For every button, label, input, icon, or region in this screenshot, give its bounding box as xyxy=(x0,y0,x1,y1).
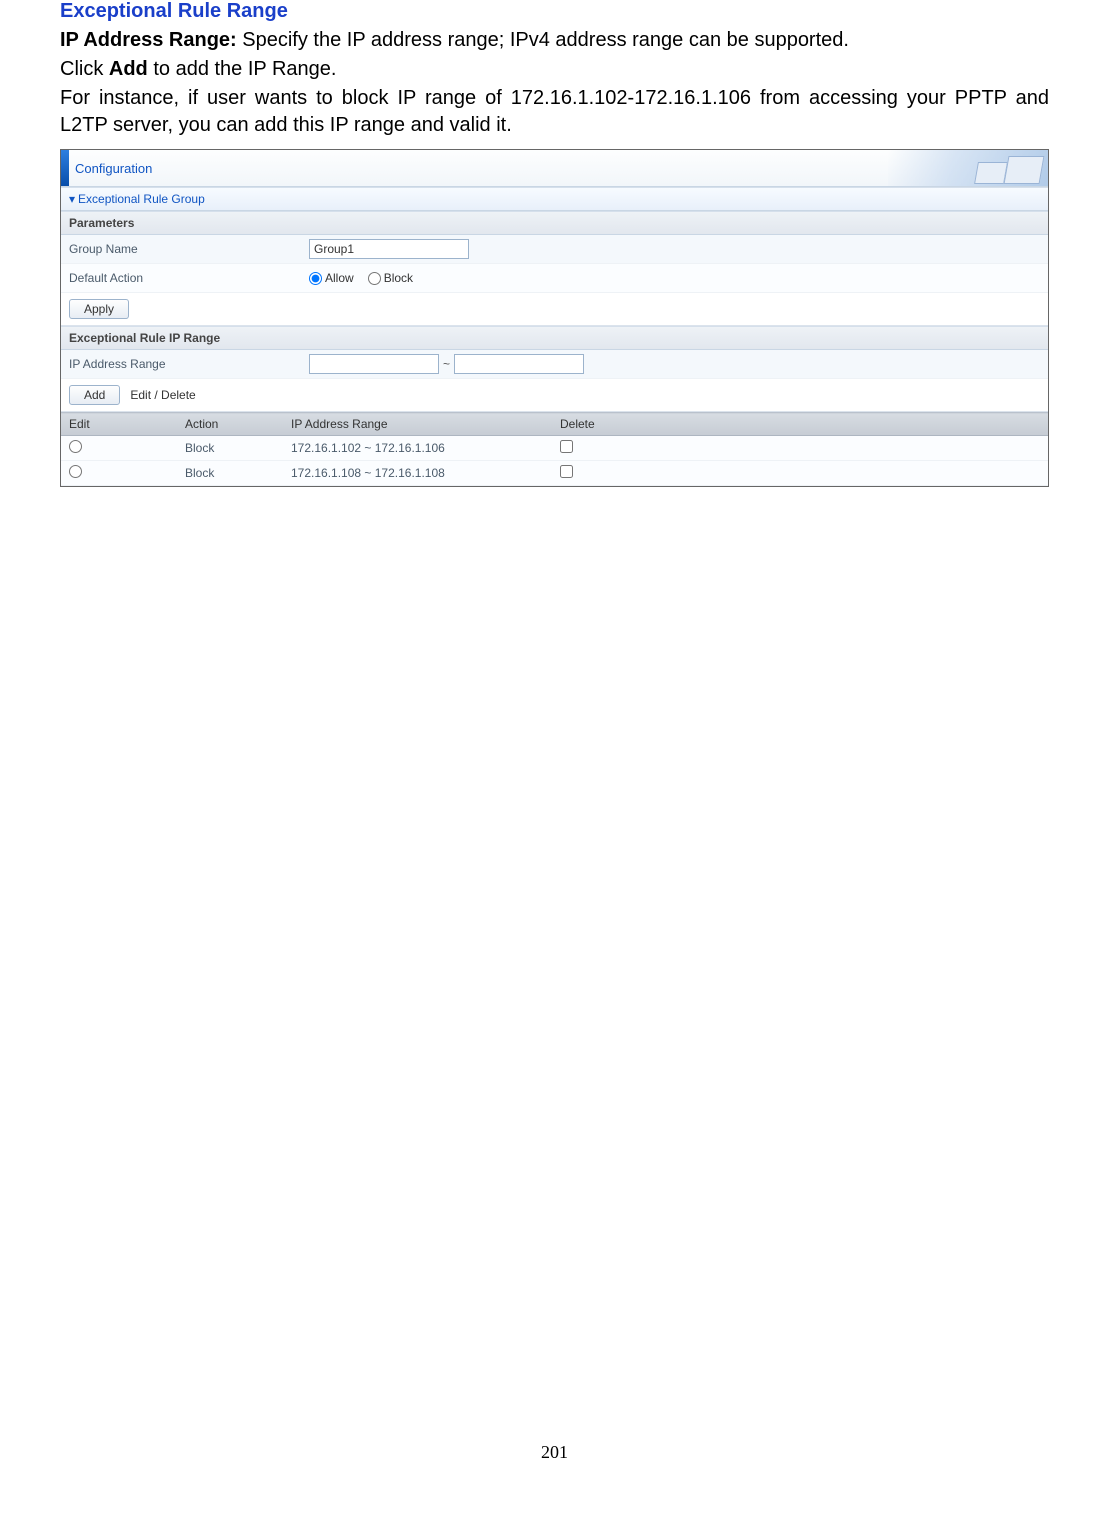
radio-option-allow[interactable]: Allow xyxy=(309,271,354,285)
subheader-ip-range: Exceptional Rule IP Range xyxy=(61,326,1048,350)
label-ip-address-range: IP Address Range: xyxy=(60,29,237,51)
page-number: 201 xyxy=(60,487,1049,1483)
tilde-separator: ~ xyxy=(443,357,450,371)
th-delete: Delete xyxy=(552,413,1048,436)
cell-range: 172.16.1.108 ~ 172.16.1.108 xyxy=(283,461,552,486)
doc-para-example: For instance, if user wants to block IP … xyxy=(60,85,1049,139)
radio-allow-label: Allow xyxy=(325,271,354,285)
row-apply: Apply xyxy=(61,293,1048,326)
radio-block[interactable] xyxy=(368,272,381,285)
config-screenshot: Configuration ▾Exceptional Rule Group Pa… xyxy=(60,149,1049,487)
text-ip-address-range-desc: Specify the IP address range; IPv4 addre… xyxy=(237,29,849,51)
th-action: Action xyxy=(177,413,283,436)
config-title-bar: Configuration xyxy=(61,150,1048,187)
add-button[interactable]: Add xyxy=(69,385,120,405)
th-range: IP Address Range xyxy=(283,413,552,436)
subheader-parameters: Parameters xyxy=(61,211,1048,235)
text-add-rest: to add the IP Range. xyxy=(148,58,337,80)
table-row: Block 172.16.1.102 ~ 172.16.1.106 xyxy=(61,436,1048,461)
row-delete-checkbox[interactable] xyxy=(560,465,573,478)
text-click: Click xyxy=(60,58,109,80)
row-ip-address-range: IP Address Range ~ xyxy=(61,350,1048,379)
input-group-name[interactable] xyxy=(309,239,469,259)
row-delete-checkbox[interactable] xyxy=(560,440,573,453)
section-group-label: Exceptional Rule Group xyxy=(78,192,205,206)
th-edit: Edit xyxy=(61,413,177,436)
input-ip-start[interactable] xyxy=(309,354,439,374)
row-select-radio[interactable] xyxy=(69,440,82,453)
radio-option-block[interactable]: Block xyxy=(368,271,413,285)
accent-bar xyxy=(61,150,69,186)
doc-section-heading: Exceptional Rule Range xyxy=(60,0,1049,23)
doc-para-ip-range: IP Address Range: Specify the IP address… xyxy=(60,27,1049,54)
header-graphic xyxy=(888,150,1048,186)
row-add-editdelete: Add Edit / Delete xyxy=(61,379,1048,412)
config-title: Configuration xyxy=(75,161,152,176)
label-ip-address-range-field: IP Address Range xyxy=(69,357,309,371)
table-row: Block 172.16.1.108 ~ 172.16.1.108 xyxy=(61,461,1048,486)
edit-delete-link[interactable]: Edit / Delete xyxy=(130,388,195,402)
rules-table: Edit Action IP Address Range Delete Bloc… xyxy=(61,412,1048,486)
text-add-bold: Add xyxy=(109,58,148,80)
cell-action: Block xyxy=(177,461,283,486)
table-header-row: Edit Action IP Address Range Delete xyxy=(61,413,1048,436)
section-exceptional-rule-group[interactable]: ▾Exceptional Rule Group xyxy=(61,187,1048,211)
radio-block-label: Block xyxy=(384,271,413,285)
radio-allow[interactable] xyxy=(309,272,322,285)
doc-para-click-add: Click Add to add the IP Range. xyxy=(60,56,1049,83)
label-group-name: Group Name xyxy=(69,242,309,256)
row-select-radio[interactable] xyxy=(69,465,82,478)
caret-down-icon: ▾ xyxy=(69,192,75,206)
input-ip-end[interactable] xyxy=(454,354,584,374)
label-default-action: Default Action xyxy=(69,271,309,285)
cell-range: 172.16.1.102 ~ 172.16.1.106 xyxy=(283,436,552,461)
row-default-action: Default Action Allow Block xyxy=(61,264,1048,293)
row-group-name: Group Name xyxy=(61,235,1048,264)
cell-action: Block xyxy=(177,436,283,461)
apply-button[interactable]: Apply xyxy=(69,299,129,319)
